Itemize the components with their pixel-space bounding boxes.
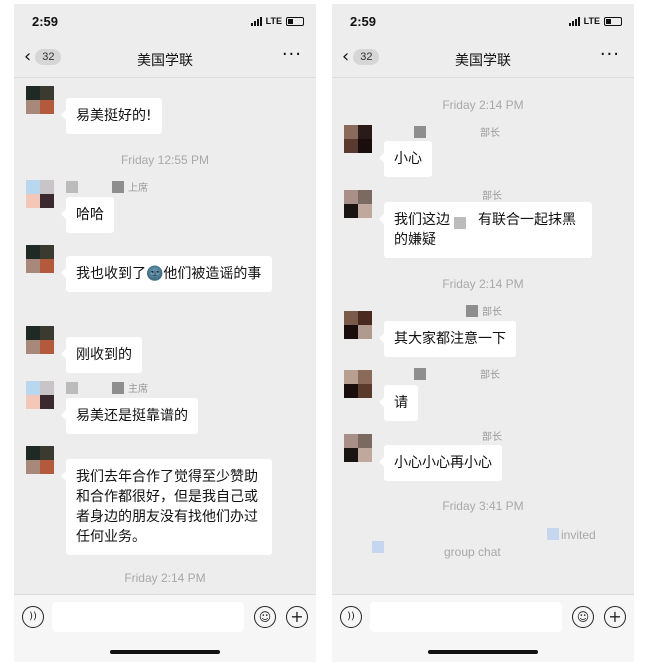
redacted-block xyxy=(372,541,384,553)
message-bubble[interactable]: 我也收到了🌚他们被造谣的事 xyxy=(61,256,272,292)
avatar[interactable] xyxy=(344,311,372,339)
chat-screen-right: 2:59 LTE ‹ 32 美国学联 ··· Friday 2:14 PM 部长… xyxy=(332,4,634,662)
sender-name: 部长 xyxy=(384,124,500,139)
battery-icon xyxy=(604,16,622,26)
message-bubble[interactable]: 小心小心再小心 xyxy=(379,445,502,481)
chat-title: 美国学联 xyxy=(455,53,511,69)
emoji-icon[interactable]: ☺ xyxy=(254,606,276,628)
avatar[interactable] xyxy=(26,180,54,208)
redacted-block xyxy=(66,180,78,193)
sender-name: 部长 xyxy=(384,366,500,381)
chat-title: 美国学联 xyxy=(137,53,193,69)
signal-icon xyxy=(568,16,580,26)
avatar[interactable] xyxy=(26,326,54,354)
timestamp: Friday 2:14 PM xyxy=(442,277,524,291)
redacted-block xyxy=(414,125,426,138)
status-time: 2:59 xyxy=(350,14,377,29)
message-bubble[interactable]: 请 xyxy=(379,385,418,421)
status-indicators: LTE xyxy=(568,16,622,26)
sender-name: 部长 xyxy=(384,303,502,318)
message-bubble[interactable]: 其大家都注意一下 xyxy=(379,321,516,357)
status-time: 2:59 xyxy=(32,14,59,29)
system-message-group-chat: group chat xyxy=(444,545,501,559)
more-icon[interactable]: ··· xyxy=(600,44,620,65)
more-icon[interactable]: ··· xyxy=(282,44,302,65)
voice-icon[interactable]: )) xyxy=(22,606,44,628)
input-bar: )) ☺ + xyxy=(14,594,316,662)
message-bubble[interactable]: 刚收到的 xyxy=(61,337,142,373)
carrier-label: LTE xyxy=(265,16,282,26)
input-bar: )) ☺ + xyxy=(332,594,634,662)
avatar[interactable] xyxy=(344,190,372,218)
timestamp: Friday 2:14 PM xyxy=(124,571,206,585)
sender-name: 部长 xyxy=(482,191,502,202)
avatar[interactable] xyxy=(26,86,54,114)
status-indicators: LTE xyxy=(250,16,304,26)
avatar[interactable] xyxy=(26,245,54,273)
avatar[interactable] xyxy=(26,381,54,409)
carrier-label: LTE xyxy=(583,16,600,26)
chat-screen-left: 2:59 LTE ‹ 32 美国学联 ··· 易美挺好的! Friday 12:… xyxy=(14,4,316,662)
avatar[interactable] xyxy=(344,434,372,462)
sender-name: 主席 xyxy=(66,380,148,395)
redacted-block xyxy=(414,367,426,380)
voice-icon[interactable]: )) xyxy=(340,606,362,628)
timestamp: Friday 3:41 PM xyxy=(442,499,524,513)
message-input[interactable] xyxy=(52,602,244,632)
plus-icon[interactable]: + xyxy=(286,606,308,628)
message-bubble[interactable]: 易美挺好的! xyxy=(61,98,162,134)
nav-bar: ‹ 32 美国学联 ··· xyxy=(332,38,634,78)
redacted-block xyxy=(466,304,478,317)
message-bubble[interactable]: 我们去年合作了觉得至少赞助和合作都很好，但是我自己或者身边的朋友没有找他们办过任… xyxy=(61,459,272,555)
home-indicator[interactable] xyxy=(428,650,538,654)
signal-icon xyxy=(250,16,262,26)
battery-icon xyxy=(286,16,304,26)
home-indicator[interactable] xyxy=(110,650,220,654)
message-input[interactable] xyxy=(370,602,562,632)
avatar[interactable] xyxy=(26,446,54,474)
sender-name: 上席 xyxy=(66,179,148,194)
message-bubble[interactable]: 小心 xyxy=(379,141,432,177)
timestamp: Friday 2:14 PM xyxy=(442,98,524,112)
emoji-icon[interactable]: ☺ xyxy=(572,606,594,628)
plus-icon[interactable]: + xyxy=(604,606,626,628)
timestamp: Friday 12:55 PM xyxy=(120,153,210,167)
avatar[interactable] xyxy=(344,370,372,398)
status-bar: 2:59 LTE xyxy=(332,4,634,38)
avatar[interactable] xyxy=(344,125,372,153)
redacted-block xyxy=(112,180,124,193)
message-bubble[interactable]: 我们这边 有联合一起抹黑的嫌疑 xyxy=(379,202,592,258)
redacted-block xyxy=(112,381,124,394)
redacted-block xyxy=(547,528,559,540)
sender-name: 部长 xyxy=(482,432,502,443)
redacted-block xyxy=(454,217,466,229)
message-bubble[interactable]: 哈哈 xyxy=(61,197,114,233)
message-bubble[interactable]: 易美还是挺靠谱的 xyxy=(61,398,198,434)
system-message-invited: invited xyxy=(561,528,596,542)
nav-bar: ‹ 32 美国学联 ··· xyxy=(14,38,316,78)
redacted-block xyxy=(66,381,78,394)
status-bar: 2:59 LTE xyxy=(14,4,316,38)
